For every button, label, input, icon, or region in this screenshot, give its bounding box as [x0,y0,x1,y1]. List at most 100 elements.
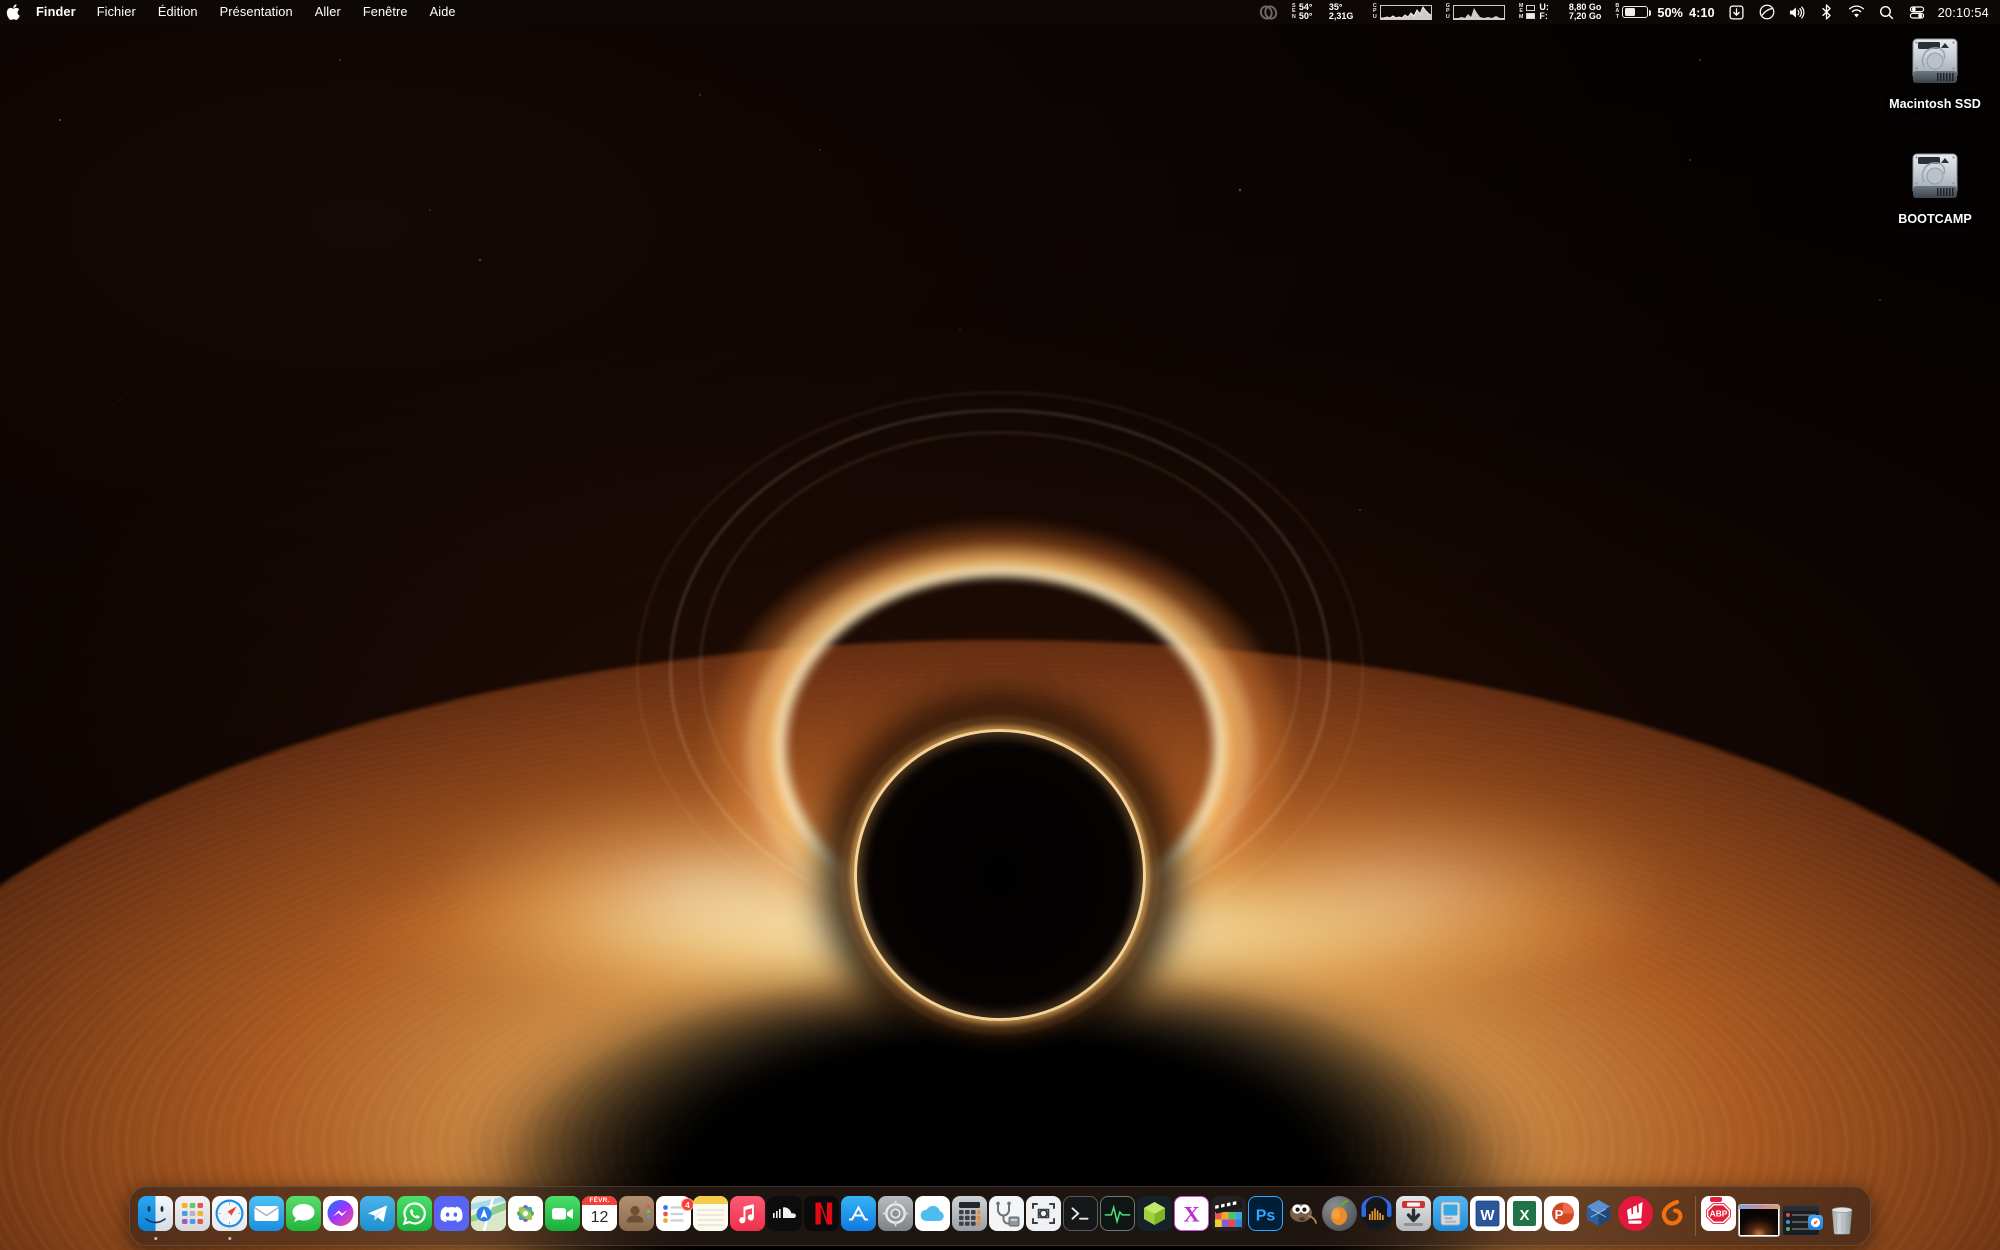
wifi-icon[interactable] [1842,0,1872,24]
mail-icon [249,1196,284,1231]
trash-icon [1822,1200,1862,1245]
status-gpu[interactable]: GPU [1439,0,1512,24]
dock-item-excel[interactable]: X [1506,1189,1543,1243]
dock-item-system-settings[interactable] [877,1189,914,1243]
status-memory[interactable]: MEM U: 8,80 Go F: 7,20 Go [1512,0,1609,24]
dock-item-app-store[interactable] [840,1189,877,1243]
status-sensors[interactable]: SEN 54° 35° 50° 2,31G [1285,0,1366,24]
desktop-icon-macintosh-ssd[interactable]: Macintosh SSD [1877,25,1993,111]
dock-item-safari[interactable] [211,1189,248,1243]
dock-item-disk-diagnostics[interactable] [988,1189,1025,1243]
cpu-label: CPU [1373,4,1377,20]
safari-icon [212,1196,247,1231]
dock-item-final-cut-pro[interactable] [1210,1189,1247,1243]
dock-item-fl-studio[interactable] [1321,1189,1358,1243]
status-cpu[interactable]: CPU [1366,0,1439,24]
sensor-fan-speed: 2,31G [1329,12,1359,21]
dock-item-mini-vmac[interactable] [1432,1189,1469,1243]
calendar-icon: FÉVR. 12 [582,1196,617,1231]
menu-item-edition[interactable]: Édition [147,0,209,24]
running-indicator [228,1237,231,1240]
black-hole [720,595,1280,1155]
adblock-label: ABP [1710,1209,1728,1219]
dock-item-music[interactable] [729,1189,766,1243]
svg-text:Ps: Ps [1256,1207,1276,1225]
powerpoint-icon: P [1544,1196,1579,1231]
control-center-icon[interactable] [1902,0,1932,24]
dock-item-x-app[interactable]: X [1173,1189,1210,1243]
dock-item-contacts[interactable] [618,1189,655,1243]
dock-item-virtualbox[interactable] [1580,1189,1617,1243]
calendar-day: 12 [591,1205,609,1231]
dock-item-terminal[interactable] [1062,1189,1099,1243]
dock-item-telegram[interactable] [359,1189,396,1243]
menu-bar-clock[interactable]: 20:10:54 [1932,5,1991,20]
dock-item-powerpoint[interactable]: P [1543,1189,1580,1243]
screenshot-icon [1026,1196,1061,1231]
dock-item-calendar[interactable]: FÉVR. 12 [581,1189,618,1243]
dock-item-desktop-stack[interactable] [1737,1189,1781,1243]
dock-item-origin[interactable] [1654,1189,1691,1243]
desktop-icon-label: Macintosh SSD [1877,97,1993,111]
messages-icon [286,1196,321,1231]
dock-item-reminders[interactable]: 4 [655,1189,692,1243]
stethoscope-icon [989,1196,1024,1231]
dock-item-messenger[interactable] [322,1189,359,1243]
dock-item-adblock-plus[interactable]: ABP [1700,1189,1737,1243]
menu-item-aide[interactable]: Aide [419,0,467,24]
messenger-icon [323,1196,358,1231]
dock-item-transmission[interactable] [1395,1189,1432,1243]
dock-item-audacity[interactable] [1358,1189,1395,1243]
dock-item-icloud-drive[interactable] [914,1189,951,1243]
dock-item-discord[interactable] [433,1189,470,1243]
menu-bar[interactable]: Finder Fichier Édition Présentation Alle… [0,0,2000,24]
dropbox-circle-icon[interactable] [1752,0,1782,24]
riot-games-icon [1618,1196,1653,1231]
dock-item-calculator[interactable] [951,1189,988,1243]
menu-item-aller[interactable]: Aller [304,0,352,24]
apple-logo-icon[interactable] [0,0,26,24]
dock-item-minimized-window[interactable] [1781,1189,1821,1243]
dock-item-mail[interactable] [248,1189,285,1243]
photoshop-icon: Ps [1248,1196,1283,1231]
gimp-icon [1285,1196,1320,1231]
transmission-icon [1396,1196,1431,1231]
dock-item-soundcloud[interactable] [766,1189,803,1243]
sensor-other-temp: 50° [1299,12,1323,21]
dock-item-maps[interactable] [470,1189,507,1243]
status-battery[interactable]: BAT 50% 4:10 [1608,0,1721,24]
dock-item-word[interactable]: W [1469,1189,1506,1243]
menu-item-fichier[interactable]: Fichier [86,0,147,24]
dock-item-photoshop[interactable]: Ps [1247,1189,1284,1243]
dock-item-trash[interactable] [1821,1189,1863,1243]
dock-item-facetime[interactable] [544,1189,581,1243]
desktop-icon-bootcamp[interactable]: BOOTCAMP [1877,140,1993,226]
sensors-label: SEN [1292,4,1296,20]
dock-item-gimp[interactable] [1284,1189,1321,1243]
dock-item-green-cube[interactable] [1136,1189,1173,1243]
desktop[interactable]: Macintosh SSD BOOTCAMP [0,0,2000,1250]
dock-item-finder[interactable] [137,1189,174,1243]
download-icon[interactable] [1722,0,1752,24]
menu-item-finder[interactable]: Finder [26,0,86,24]
activity-monitor-icon [1100,1196,1135,1231]
svg-text:X: X [1183,1202,1200,1227]
dock-item-riot-games[interactable] [1617,1189,1654,1243]
cpu-history-graph [1380,5,1432,20]
menu-item-presentation[interactable]: Présentation [209,0,304,24]
dock-item-notes[interactable] [692,1189,729,1243]
dock-item-netflix[interactable] [803,1189,840,1243]
dock-item-screenshot[interactable] [1025,1189,1062,1243]
dock-item-messages[interactable] [285,1189,322,1243]
dock-item-whatsapp[interactable] [396,1189,433,1243]
bluetooth-icon[interactable] [1812,0,1842,24]
menu-item-fenetre[interactable]: Fenêtre [352,0,419,24]
adobe-creative-cloud-icon[interactable] [1252,0,1285,24]
volume-icon[interactable] [1782,0,1812,24]
dock[interactable]: FÉVR. 12 [129,1186,1871,1246]
dock-item-launchpad[interactable] [174,1189,211,1243]
search-icon[interactable] [1872,0,1902,24]
dock-item-activity-monitor[interactable] [1099,1189,1136,1243]
battery-percent: 50% [1657,5,1683,20]
dock-item-photos[interactable] [507,1189,544,1243]
